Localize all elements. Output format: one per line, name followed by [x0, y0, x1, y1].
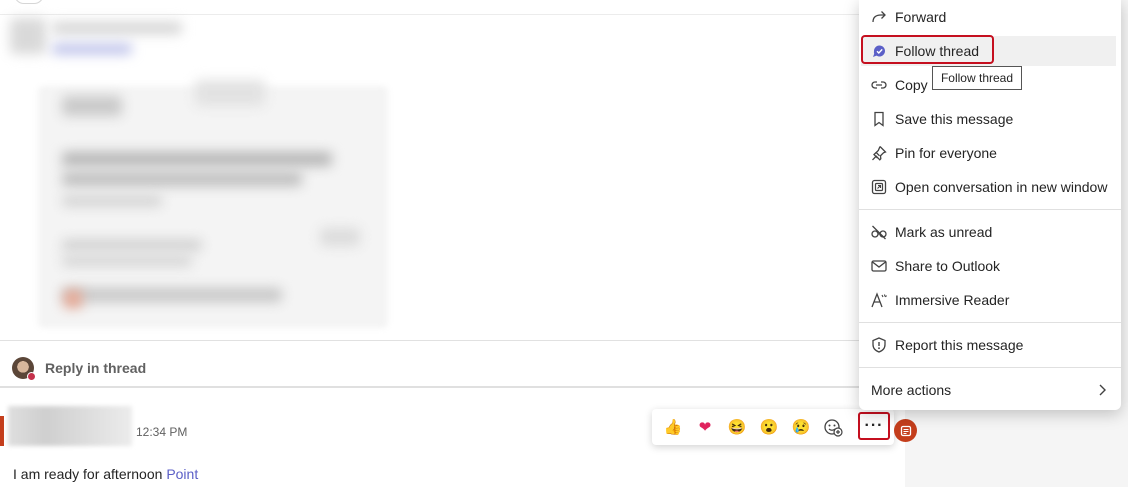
menu-item-label: More actions: [871, 382, 952, 398]
menu-item-report[interactable]: Report this message: [859, 330, 1121, 360]
menu-divider: [859, 322, 1121, 323]
menu-item-label: Forward: [895, 9, 947, 25]
surprised-reaction-icon[interactable]: 😮: [757, 415, 781, 439]
open-window-icon: [871, 179, 887, 195]
divider: [0, 14, 905, 15]
menu-item-label: Save this message: [895, 111, 1014, 127]
blurred-link: [52, 44, 132, 54]
menu-item-label: Mark as unread: [895, 224, 993, 240]
shield-icon: [872, 337, 886, 353]
menu-item-label: Immersive Reader: [895, 292, 1010, 308]
loop-component-icon[interactable]: [894, 419, 917, 442]
like-reaction-icon[interactable]: 👍: [661, 415, 685, 439]
menu-item-label: Report this message: [895, 337, 1024, 353]
menu-item-open-new-window[interactable]: Open conversation in new window: [859, 172, 1121, 202]
blurred-avatar: [10, 18, 46, 54]
message-link[interactable]: Point: [166, 466, 198, 482]
link-icon: [871, 81, 887, 89]
menu-divider: [859, 209, 1121, 210]
menu-item-label: Share to Outlook: [895, 258, 1001, 274]
more-options-button[interactable]: ···: [858, 412, 890, 440]
blurred-card-line-2: [62, 240, 202, 250]
heart-reaction-icon[interactable]: ❤: [693, 415, 717, 439]
menu-item-immersive-reader[interactable]: Immersive Reader: [859, 285, 1121, 315]
blurred-card-title-2: [62, 172, 302, 186]
scroll-pill[interactable]: [14, 0, 44, 4]
reply-in-thread-label: Reply in thread: [45, 360, 147, 376]
blurred-card-footer-icon: [64, 290, 82, 308]
blurred-card-line-3: [62, 256, 192, 266]
bookmark-icon: [874, 111, 884, 127]
blurred-sender: [52, 22, 182, 34]
immersive-reader-icon: [871, 292, 887, 308]
laugh-reaction-icon[interactable]: 😆: [725, 415, 749, 439]
blurred-card-button: [195, 80, 265, 106]
menu-item-forward[interactable]: Forward: [859, 2, 1121, 32]
sad-reaction-icon[interactable]: 😢: [789, 415, 813, 439]
chevron-right-icon: [1099, 384, 1106, 396]
message-body: I am ready for afternoon Point: [13, 466, 198, 482]
message-accent-bar: [0, 416, 4, 446]
add-reaction-icon[interactable]: [821, 415, 845, 439]
menu-divider: [859, 367, 1121, 368]
menu-item-label: Open conversation in new window: [895, 179, 1108, 195]
menu-item-save-message[interactable]: Save this message: [859, 104, 1121, 134]
blurred-card-title: [62, 152, 332, 166]
blurred-card-logo: [62, 96, 122, 116]
reaction-toolbar: 👍 ❤ 😆 😮 😢 ···: [652, 409, 894, 445]
menu-item-share-outlook[interactable]: Share to Outlook: [859, 251, 1121, 281]
avatar: [12, 357, 36, 381]
pin-icon: [872, 146, 887, 161]
menu-item-label: Copy: [895, 77, 928, 93]
menu-item-pin[interactable]: Pin for everyone: [859, 138, 1121, 168]
blurred-card-line: [62, 196, 162, 206]
message-text: I am ready for afternoon: [13, 466, 167, 482]
message-timestamp: 12:34 PM: [136, 425, 188, 439]
reply-in-thread-row[interactable]: Reply in thread: [0, 340, 905, 388]
presence-badge: [27, 372, 36, 381]
menu-item-more-actions[interactable]: More actions: [859, 375, 1121, 405]
unread-icon: [871, 225, 887, 240]
blurred-card-footer: [62, 288, 282, 302]
blurred-card-chip: [320, 228, 360, 246]
follow-thread-highlight: [861, 35, 994, 64]
forward-icon: [872, 11, 886, 23]
blurred-sender-block: [8, 406, 132, 446]
tooltip: Follow thread: [932, 66, 1022, 90]
menu-item-label: Pin for everyone: [895, 145, 997, 161]
message-context-menu: Forward Follow thread Copy Save this mes…: [859, 0, 1121, 410]
mail-icon: [871, 260, 887, 272]
menu-item-mark-unread[interactable]: Mark as unread: [859, 217, 1121, 247]
